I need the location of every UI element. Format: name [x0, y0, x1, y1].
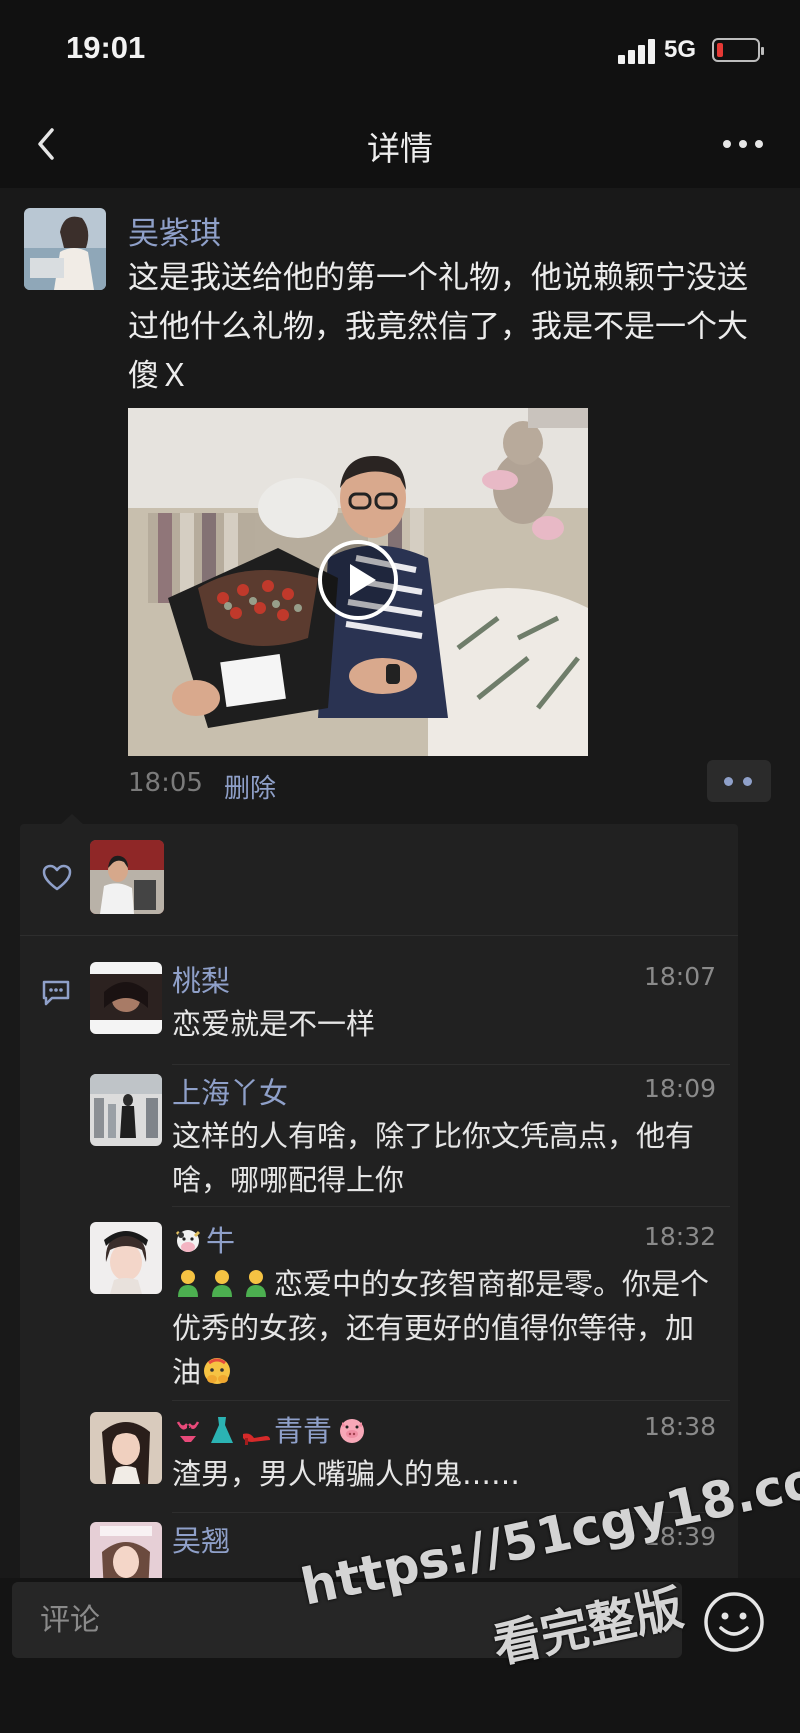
commenter-name[interactable]: 牛: [172, 1218, 235, 1260]
comment-text: 这样的人有啥，除了比你文凭高点，他有啥，哪哪配得上你: [172, 1119, 695, 1197]
comment-text: 渣男，男人嘴骗人的鬼……: [172, 1457, 521, 1491]
comment-divider: [172, 1400, 730, 1401]
pig-face-icon: [336, 1414, 368, 1446]
comment-time: 18:07: [643, 962, 716, 991]
heart-icon: [42, 864, 72, 892]
bikini-icon: [172, 1414, 204, 1446]
likes-row: [20, 824, 738, 936]
comment-text: 恋爱就是不一样: [172, 1007, 376, 1041]
comment-time: 18:38: [643, 1412, 716, 1441]
comment-input-wrapper: [12, 1582, 682, 1658]
comment-time: 18:39: [643, 1522, 716, 1551]
comment-item: 桃梨 18:07 恋爱就是不一样: [90, 962, 730, 1066]
comment-item: 青青 18:38 渣男，男人嘴骗人的鬼……: [90, 1412, 730, 1516]
status-time: 19:01: [66, 30, 146, 65]
commenter-name-text: 青青: [274, 1414, 333, 1448]
smiley-icon[interactable]: [702, 1590, 766, 1654]
commenter-name[interactable]: 吴翘: [172, 1518, 230, 1560]
commenter-name-text: 牛: [206, 1224, 236, 1258]
person-icon: [240, 1267, 272, 1299]
comment-divider: [172, 1064, 730, 1065]
comment-item: 吴翘 18:39: [90, 1522, 730, 1584]
person-icon: [172, 1267, 204, 1299]
video-thumbnail[interactable]: [128, 408, 588, 756]
comment-item: 牛 18:32 恋爱中的女孩智商都是零。你是个优秀的女孩，还有更好的值得你等待，…: [90, 1222, 730, 1402]
interaction-panel: 桃梨 18:07 恋爱就是不一样 上海丫女 18:09 这样的人有啥，除了比你文…: [20, 824, 738, 1584]
status-bar: 19:01 5G: [0, 0, 800, 100]
person-icon: [206, 1267, 238, 1299]
comment-divider: [172, 1512, 730, 1513]
cow-face-icon: [172, 1224, 204, 1256]
comment-time: 18:09: [643, 1074, 716, 1103]
post-author-name[interactable]: 吴紫琪: [128, 208, 221, 253]
hugging-face-icon: [201, 1355, 233, 1387]
nav-bar: 详情: [0, 100, 800, 188]
like-comment-menu-button[interactable]: [707, 760, 771, 802]
commenter-name[interactable]: 桃梨: [172, 958, 230, 1000]
commenter-avatar[interactable]: [90, 1412, 162, 1484]
comment-input-bar: [0, 1578, 800, 1733]
liker-avatar[interactable]: [90, 840, 164, 914]
more-dots-icon[interactable]: [718, 122, 768, 166]
high-heel-icon: [240, 1414, 272, 1446]
commenter-avatar[interactable]: [90, 1074, 162, 1146]
comment-item: 上海丫女 18:09 这样的人有啥，除了比你文凭高点，他有啥，哪哪配得上你: [90, 1074, 730, 1210]
network-label: 5G: [664, 36, 697, 63]
moment-post: 吴紫琪 这是我送给他的第一个礼物，他说赖颖宁没送过他什么礼物，我竟然信了，我是不…: [0, 188, 800, 1584]
post-time: 18:05: [128, 768, 203, 798]
signal-icon: [618, 38, 656, 64]
commenter-avatar[interactable]: [90, 1522, 162, 1584]
comment-time: 18:32: [643, 1222, 716, 1251]
play-icon[interactable]: [316, 538, 400, 622]
commenter-avatar[interactable]: [90, 1222, 162, 1294]
dress-icon: [206, 1414, 238, 1446]
comment-divider: [172, 1206, 730, 1207]
author-avatar[interactable]: [24, 208, 106, 290]
post-text: 这是我送给他的第一个礼物，他说赖颖宁没送过他什么礼物，我竟然信了，我是不是一个大…: [128, 260, 748, 394]
commenter-name[interactable]: 上海丫女: [172, 1070, 288, 1112]
commenter-avatar[interactable]: [90, 962, 162, 1034]
comment-input[interactable]: [12, 1582, 682, 1658]
commenter-name[interactable]: 青青: [172, 1408, 370, 1450]
battery-icon: [712, 38, 764, 62]
delete-button[interactable]: 删除: [224, 768, 276, 805]
comment-text: 恋爱中的女孩智商都是零。你是个优秀的女孩，还有更好的值得你等待，加油: [172, 1262, 720, 1394]
page-title: 详情: [367, 129, 433, 168]
comment-icon: [40, 978, 72, 1008]
